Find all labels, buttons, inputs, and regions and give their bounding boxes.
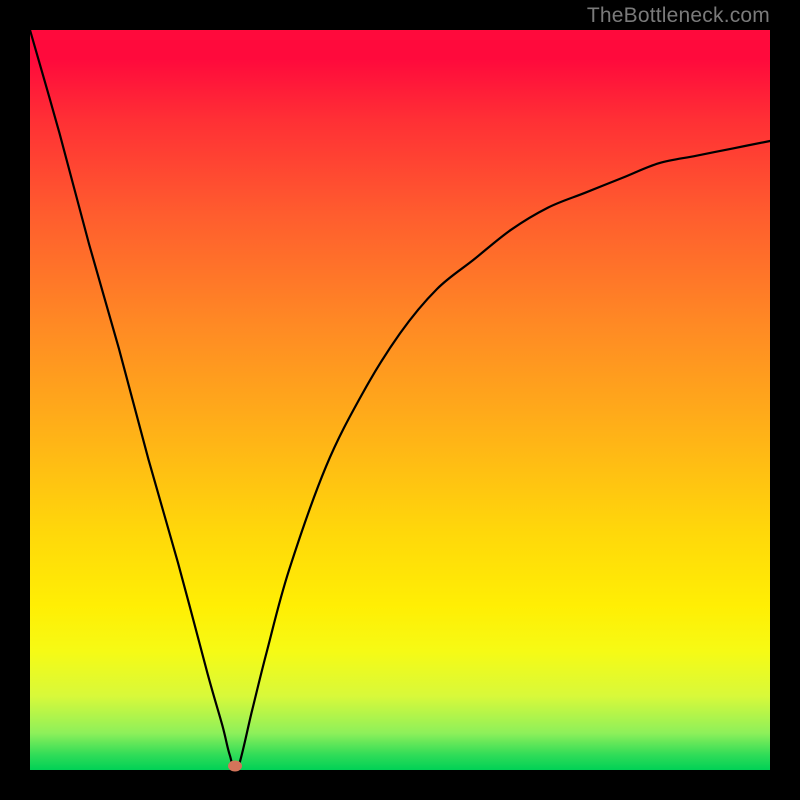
plot-area bbox=[30, 30, 770, 770]
chart-frame: TheBottleneck.com bbox=[0, 0, 800, 800]
bottleneck-curve-path bbox=[30, 30, 770, 772]
watermark-text: TheBottleneck.com bbox=[587, 4, 770, 28]
minimum-marker-icon bbox=[228, 761, 242, 772]
curve-svg bbox=[30, 30, 770, 770]
